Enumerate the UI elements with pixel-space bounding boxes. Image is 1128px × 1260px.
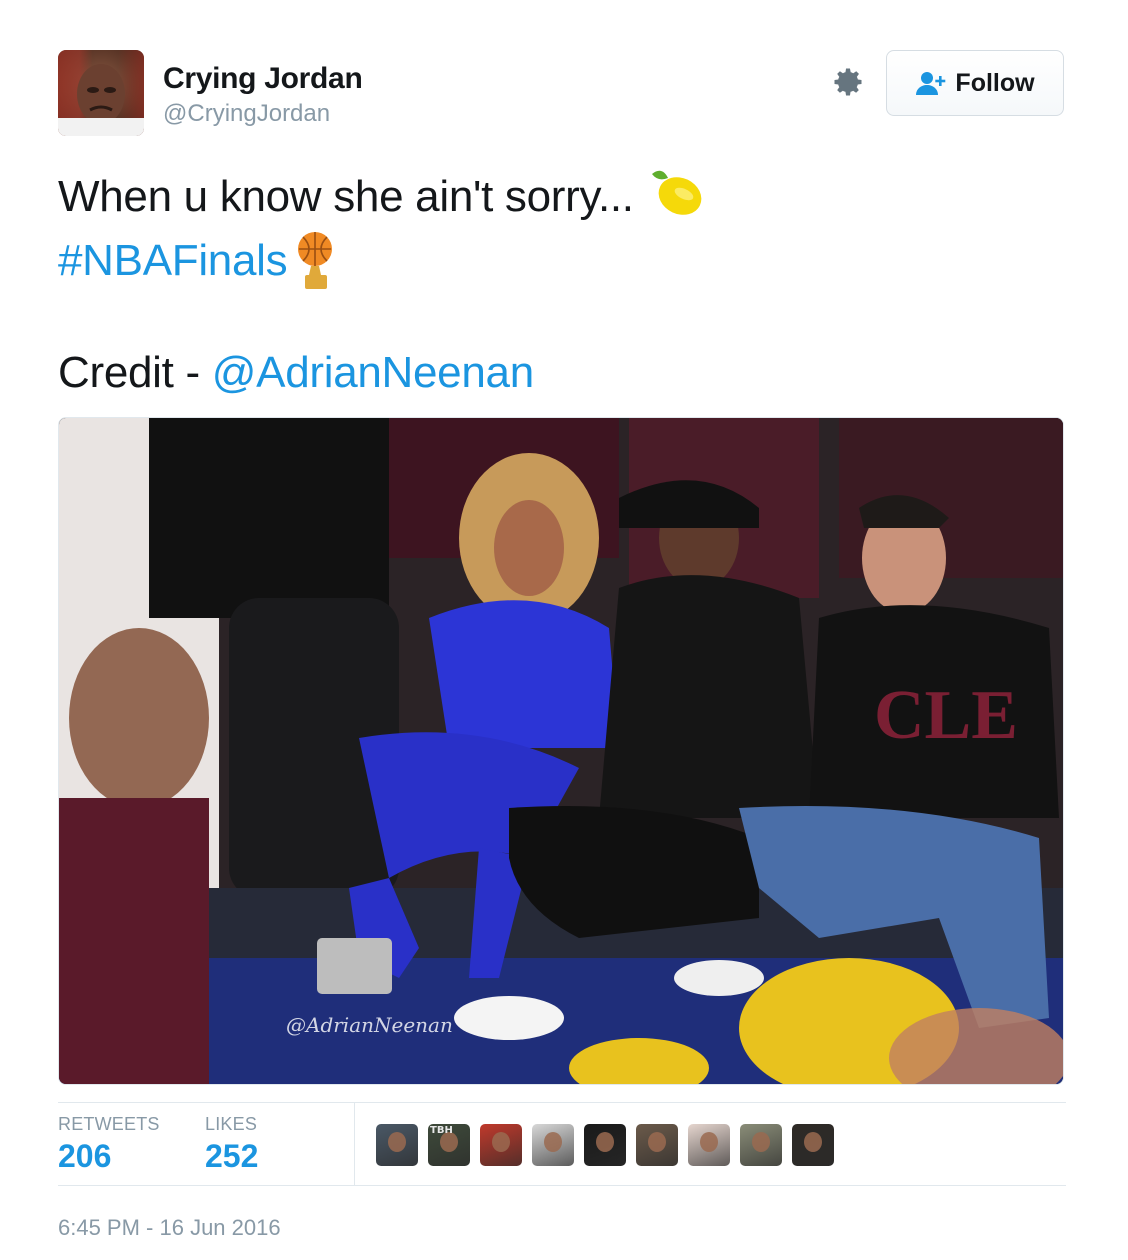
stats-divider-vertical [354, 1103, 355, 1185]
liker-avatar-face [700, 1132, 718, 1152]
tweet-photo[interactable]: CLE @AdrianNeenan [58, 417, 1064, 1085]
add-user-icon [916, 72, 946, 95]
liker-avatar-face [492, 1132, 510, 1152]
liker-avatar[interactable] [584, 1124, 626, 1166]
hashtag-link[interactable]: #NBAFinals [58, 236, 288, 285]
liker-avatar[interactable] [480, 1124, 522, 1166]
follow-button[interactable]: Follow [886, 50, 1064, 116]
credit-prefix: Credit - [58, 348, 212, 397]
follow-label: Follow [955, 68, 1035, 97]
retweets-count[interactable]: 206 [58, 1138, 111, 1175]
liker-avatar[interactable] [376, 1124, 418, 1166]
liker-avatar[interactable] [636, 1124, 678, 1166]
retweets-label[interactable]: RETWEETS [58, 1114, 160, 1135]
author-avatar[interactable] [58, 50, 144, 136]
trophy-emoji [298, 232, 333, 290]
liker-avatar[interactable] [740, 1124, 782, 1166]
author-name[interactable]: Crying Jordan [163, 62, 363, 96]
liker-avatar-face [804, 1132, 822, 1152]
svg-text:CLE: CLE [874, 677, 1018, 754]
tweet-sentence: When u know she ain't sorry... [58, 172, 634, 221]
avatar-shirt [58, 118, 144, 136]
tweet-line-2: #NBAFinals [58, 229, 704, 293]
liker-avatar-face [388, 1132, 406, 1152]
credit-mention-link[interactable]: @AdrianNeenan [212, 348, 534, 397]
liker-avatar-face [544, 1132, 562, 1152]
photo-watermark: @AdrianNeenan [286, 1013, 453, 1037]
tweet-text: When u know she ain't sorry... #NBAFinal… [58, 165, 704, 405]
liker-avatar[interactable] [792, 1124, 834, 1166]
likers-list: TBH [376, 1124, 834, 1166]
liker-avatar-face [752, 1132, 770, 1152]
tweet-line-3: Credit - @AdrianNeenan [58, 341, 704, 405]
stats-divider-top [58, 1102, 1066, 1103]
lemon-emoji [651, 171, 702, 216]
stats-divider-bottom [58, 1185, 1066, 1186]
tweet-timestamp[interactable]: 6:45 PM - 16 Jun 2016 [58, 1215, 281, 1241]
likes-count[interactable]: 252 [205, 1138, 258, 1175]
liker-avatar-face [648, 1132, 666, 1152]
liker-avatar[interactable] [532, 1124, 574, 1166]
liker-avatar[interactable] [688, 1124, 730, 1166]
author-handle[interactable]: @CryingJordan [163, 100, 330, 128]
likes-label[interactable]: LIKES [205, 1114, 257, 1135]
liker-avatar[interactable]: TBH [428, 1124, 470, 1166]
liker-avatar-face [596, 1132, 614, 1152]
gear-icon[interactable] [830, 64, 866, 100]
tweet-line-1: When u know she ain't sorry... [58, 165, 704, 229]
liker-badge: TBH [430, 1125, 453, 1136]
photo-illustration: CLE @AdrianNeenan [59, 418, 1063, 1084]
